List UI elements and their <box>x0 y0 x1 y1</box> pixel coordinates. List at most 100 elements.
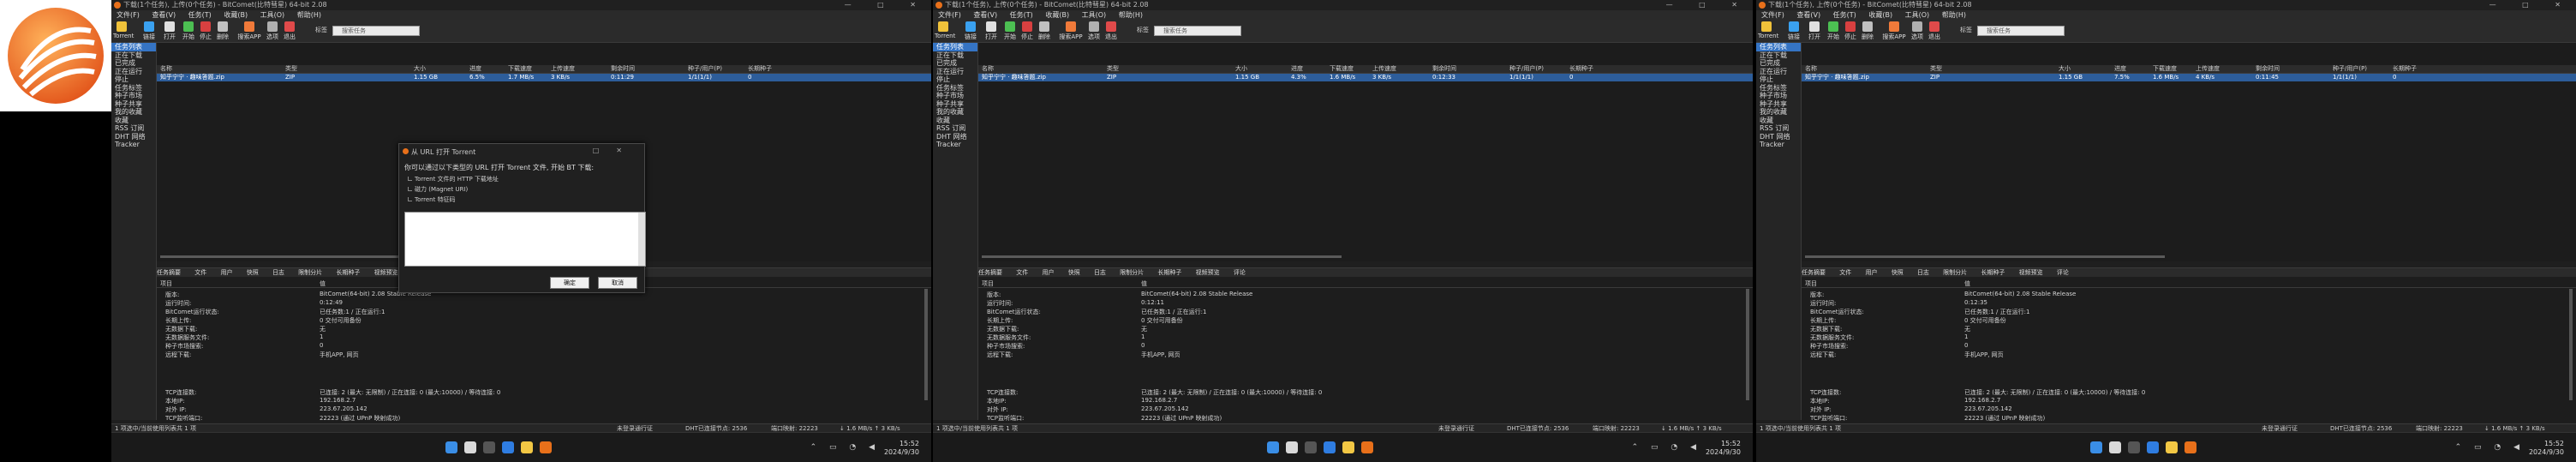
sidebar-item-favorites[interactable]: 收藏 <box>933 117 977 125</box>
menu-view[interactable]: 查看(V) <box>1796 11 1820 19</box>
col-down-speed[interactable]: 下载速度 <box>2153 65 2177 73</box>
tab-pieces[interactable]: 限制分片 <box>1943 269 1967 276</box>
menu-favorites[interactable]: 收藏(B) <box>1045 11 1069 19</box>
tab-summary[interactable]: 任务摘要 <box>1802 269 1826 276</box>
sidebar-item-rss[interactable]: RSS 订阅 <box>933 124 977 133</box>
col-long-seed[interactable]: 长期种子 <box>748 65 772 73</box>
vertical-scrollbar[interactable] <box>2569 289 2573 400</box>
sidebar-item-torrent-market[interactable]: 种子市场 <box>1756 92 1801 100</box>
torrent-button[interactable]: Torrent <box>113 21 134 40</box>
open-button[interactable]: 打开 <box>983 21 1000 40</box>
col-long-seed[interactable]: 长期种子 <box>1569 65 1593 73</box>
exit-button[interactable]: 退出 <box>1103 21 1120 40</box>
tab-peers[interactable]: 用户 <box>1865 269 1877 276</box>
col-up-speed[interactable]: 上传速度 <box>2196 65 2220 73</box>
options-button[interactable]: 选项 <box>1085 21 1103 40</box>
search-input[interactable]: 搜索任务 <box>1154 26 1241 36</box>
menu-tools[interactable]: 工具(O) <box>260 11 285 19</box>
file-explorer-icon[interactable] <box>2166 441 2178 453</box>
col-type[interactable]: 类型 <box>1930 65 1942 73</box>
menu-view[interactable]: 查看(V) <box>152 11 176 19</box>
search-icon[interactable] <box>464 441 476 453</box>
exit-button[interactable]: 退出 <box>1926 21 1943 40</box>
sidebar-item-stopped[interactable]: 停止 <box>111 75 156 84</box>
table-row[interactable]: 知乎宁宁 · 趣味答题.zip ZIP 1.15 GB 4.3% 1.6 MB/… <box>978 74 1753 81</box>
sidebar-item-my-favorites[interactable]: 我的收藏 <box>933 108 977 117</box>
edge-browser-icon[interactable] <box>2147 441 2159 453</box>
sidebar-item-tracker[interactable]: Tracker <box>933 141 977 149</box>
task-view-icon[interactable] <box>2128 441 2140 453</box>
search-icon[interactable] <box>2109 441 2121 453</box>
tag-filter[interactable]: 标签 <box>315 26 327 34</box>
tab-log[interactable]: 日志 <box>1094 269 1106 276</box>
horizontal-scrollbar[interactable] <box>1805 255 2165 258</box>
col-peers[interactable]: 种子/用户(P) <box>2333 65 2367 73</box>
sidebar-item-torrent-share[interactable]: 种子共享 <box>933 100 977 109</box>
taskbar-clock[interactable]: 15:52 2024/9/30 <box>884 440 919 457</box>
link-button[interactable]: 链接 <box>962 21 979 40</box>
menu-view[interactable]: 查看(V) <box>973 11 997 19</box>
sidebar-item-torrent-market[interactable]: 种子市场 <box>111 92 156 100</box>
search-input[interactable]: 搜索任务 <box>332 26 420 36</box>
menu-tasks[interactable]: 任务(T) <box>188 11 212 19</box>
sidebar-item-rss[interactable]: RSS 订阅 <box>111 124 156 133</box>
menu-tasks[interactable]: 任务(T) <box>1010 11 1033 19</box>
sidebar-item-favorites[interactable]: 收藏 <box>111 117 156 125</box>
tab-pieces[interactable]: 限制分片 <box>1120 269 1144 276</box>
task-view-icon[interactable] <box>1305 441 1317 453</box>
tab-snapshot[interactable]: 快照 <box>247 269 259 276</box>
col-down-speed[interactable]: 下载速度 <box>1330 65 1354 73</box>
table-row[interactable]: 知乎宁宁 · 趣味答题.zip ZIP 1.15 GB 6.5% 1.7 MB/… <box>157 74 931 81</box>
cancel-button[interactable]: 取消 <box>598 277 637 289</box>
task-view-icon[interactable] <box>483 441 495 453</box>
sidebar-item-dht[interactable]: DHT 网络 <box>933 133 977 141</box>
table-row[interactable]: 知乎宁宁 · 趣味答题.zip ZIP 1.15 GB 7.5% 1.6 MB/… <box>1802 74 2576 81</box>
sidebar-item-downloading[interactable]: 正在下载 <box>1756 51 1801 60</box>
tag-filter[interactable]: 标签 <box>1137 26 1149 34</box>
menu-help[interactable]: 帮助(H) <box>297 11 321 19</box>
tab-preview[interactable]: 视频预览 <box>374 269 398 276</box>
menu-tasks[interactable]: 任务(T) <box>1833 11 1856 19</box>
torrent-button[interactable]: Torrent <box>1758 21 1778 40</box>
sidebar-item-task-list[interactable]: 任务列表 <box>1756 43 1801 51</box>
file-explorer-icon[interactable] <box>1342 441 1354 453</box>
tab-preview[interactable]: 视频预览 <box>1196 269 1220 276</box>
sidebar-item-running[interactable]: 正在运行 <box>111 68 156 76</box>
col-progress[interactable]: 进度 <box>1291 65 1303 73</box>
col-name[interactable]: 名称 <box>982 65 994 73</box>
col-name[interactable]: 名称 <box>160 65 172 73</box>
col-down-speed[interactable]: 下载速度 <box>508 65 532 73</box>
menu-file[interactable]: 文件(F) <box>117 11 140 19</box>
bitcomet-taskbar-icon[interactable] <box>2185 441 2196 453</box>
menu-favorites[interactable]: 收藏(B) <box>1868 11 1892 19</box>
torrent-button[interactable]: Torrent <box>935 21 955 40</box>
menu-file[interactable]: 文件(F) <box>1761 11 1784 19</box>
sidebar-item-favorites[interactable]: 收藏 <box>1756 117 1801 125</box>
sidebar-item-downloading[interactable]: 正在下载 <box>111 51 156 60</box>
menu-file[interactable]: 文件(F) <box>938 11 961 19</box>
stop-button[interactable]: 停止 <box>1842 21 1859 40</box>
horizontal-scrollbar[interactable] <box>982 255 1342 258</box>
search-input[interactable]: 搜索任务 <box>1977 26 2065 36</box>
tab-long-seed[interactable]: 长期种子 <box>336 269 360 276</box>
col-name[interactable]: 名称 <box>1805 65 1817 73</box>
sidebar-item-dht[interactable]: DHT 网络 <box>1756 133 1801 141</box>
sidebar-item-completed[interactable]: 已完成 <box>933 59 977 68</box>
tab-comments[interactable]: 评论 <box>1234 269 1246 276</box>
sidebar-item-task-list[interactable]: 任务列表 <box>111 43 156 51</box>
col-progress[interactable]: 进度 <box>469 65 481 73</box>
sidebar-item-rss[interactable]: RSS 订阅 <box>1756 124 1801 133</box>
tab-log[interactable]: 日志 <box>1917 269 1929 276</box>
start-menu-icon[interactable] <box>1267 441 1279 453</box>
options-button[interactable]: 选项 <box>264 21 281 40</box>
tab-snapshot[interactable]: 快照 <box>1068 269 1080 276</box>
tab-long-seed[interactable]: 长期种子 <box>1981 269 2005 276</box>
exit-button[interactable]: 退出 <box>281 21 298 40</box>
delete-button[interactable]: 删除 <box>1859 21 1876 40</box>
vertical-scrollbar[interactable] <box>1746 289 1749 400</box>
menu-tools[interactable]: 工具(O) <box>1082 11 1107 19</box>
tag-filter[interactable]: 标签 <box>1960 26 1972 34</box>
col-type[interactable]: 类型 <box>285 65 297 73</box>
url-textarea[interactable] <box>404 212 646 267</box>
tab-long-seed[interactable]: 长期种子 <box>1157 269 1181 276</box>
